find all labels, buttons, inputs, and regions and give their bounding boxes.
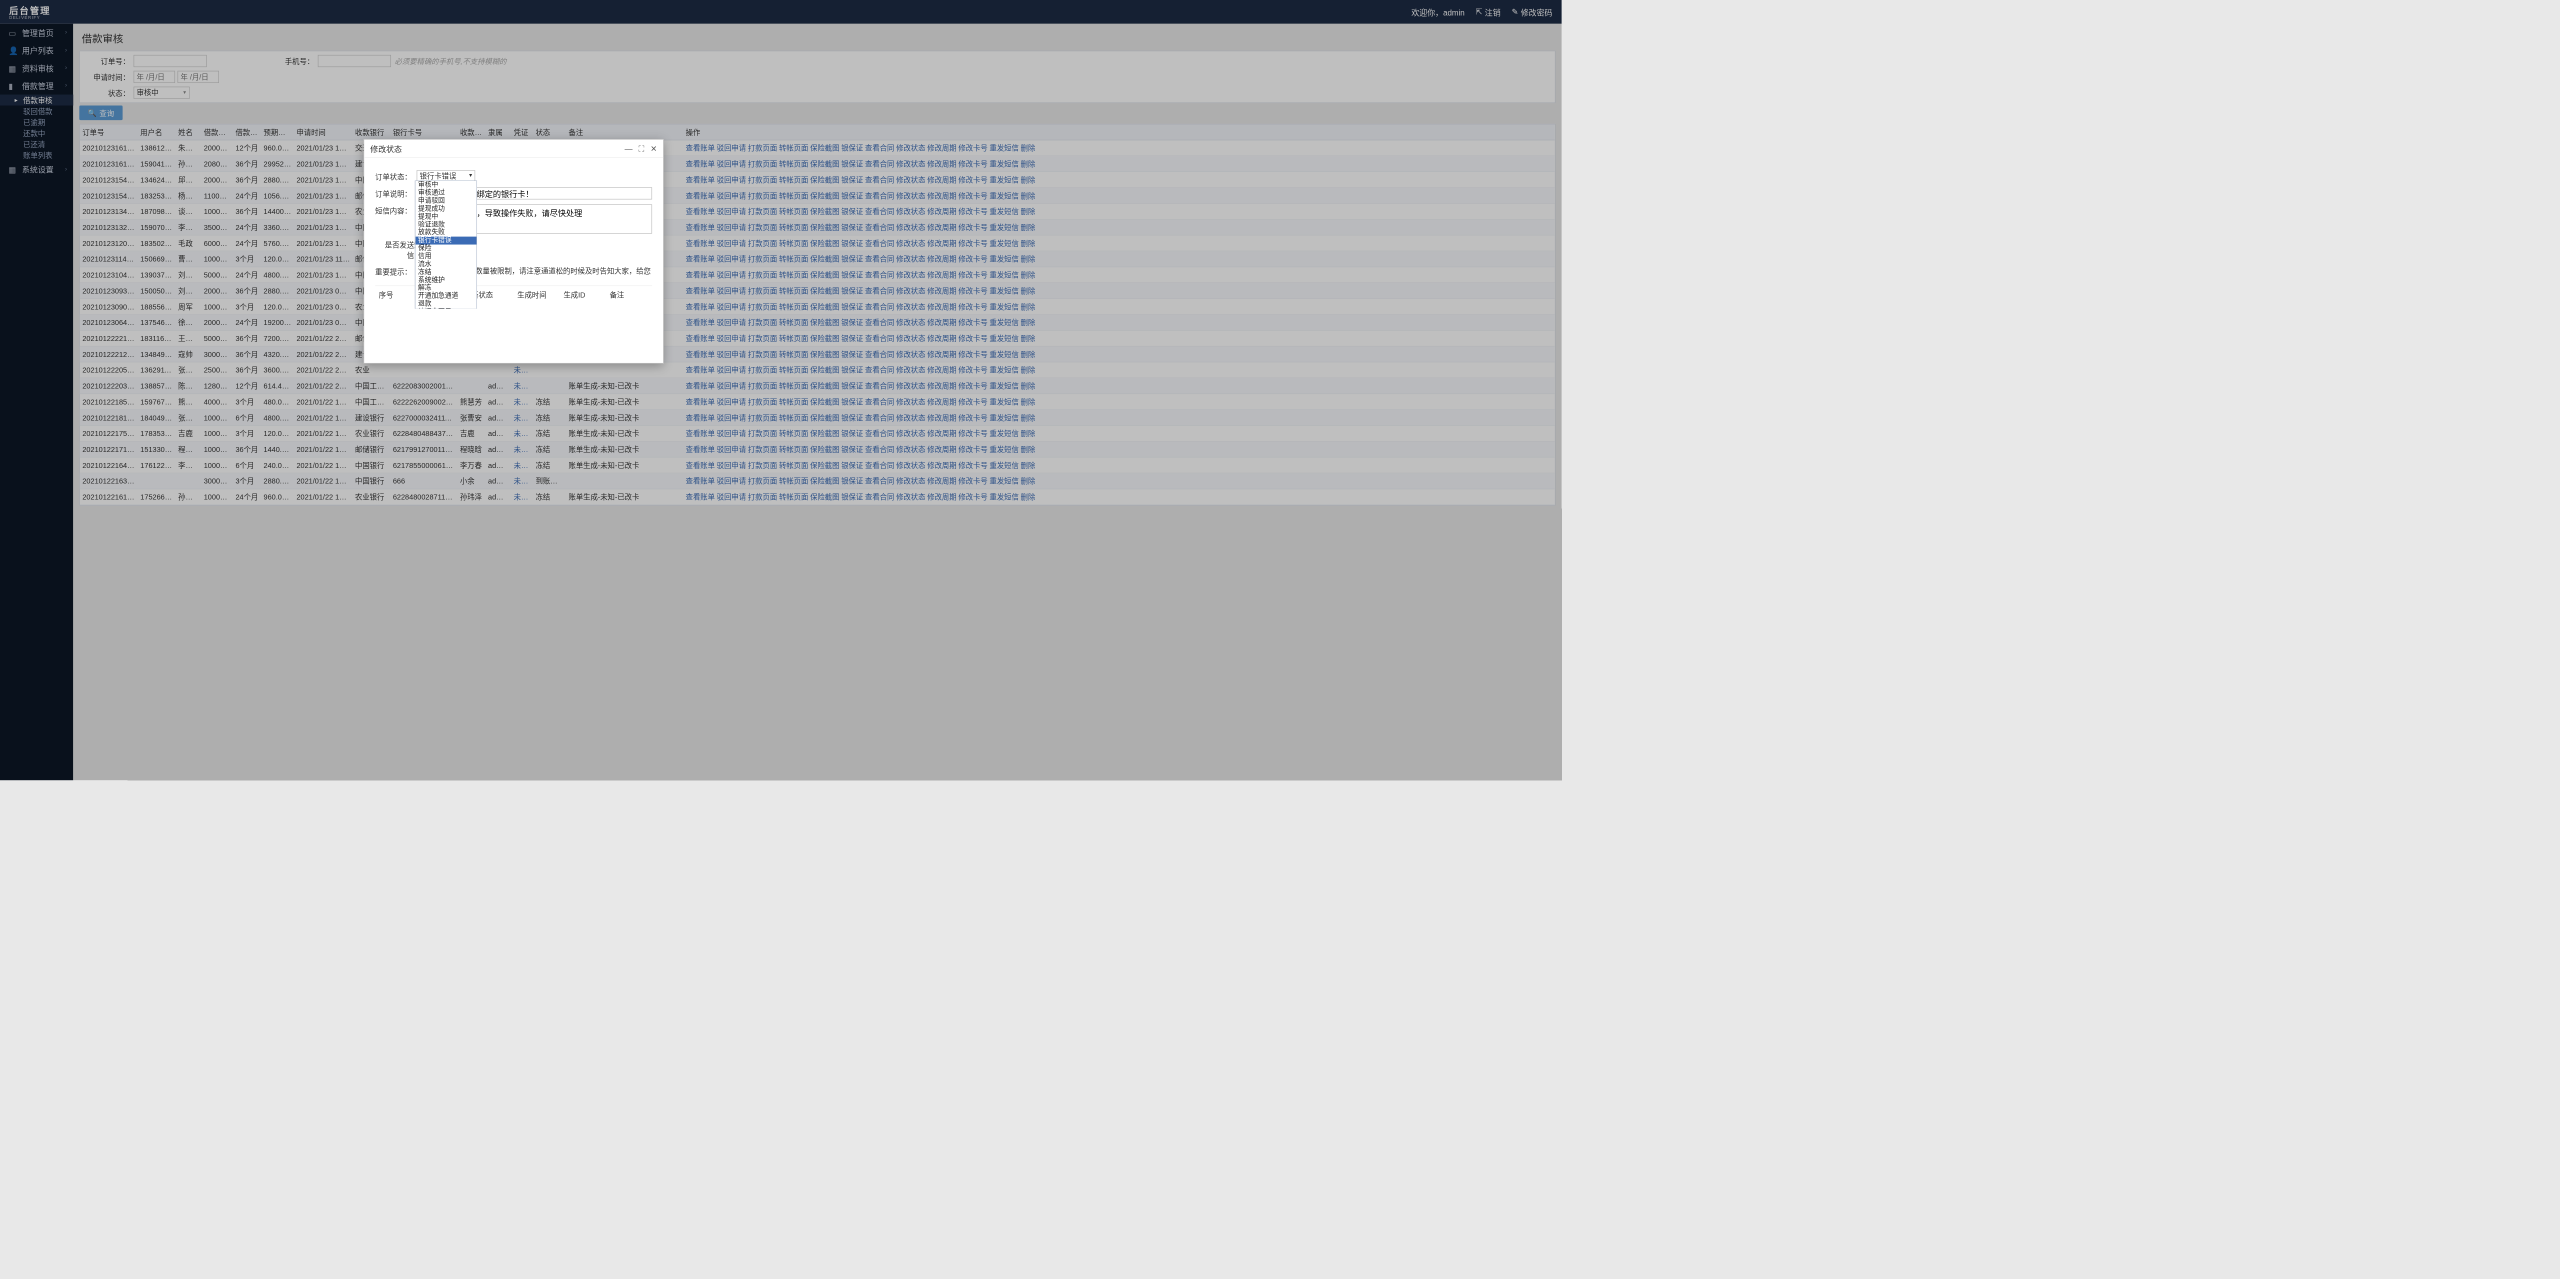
close-icon[interactable]: ✕: [650, 144, 657, 154]
maximize-icon[interactable]: ⛶: [639, 144, 645, 154]
dropdown-option[interactable]: 提现成功: [415, 205, 476, 213]
dropdown-option[interactable]: 开通加急通道: [415, 292, 476, 300]
modal-header: 修改状态 — ⛶ ✕: [364, 140, 663, 158]
dropdown-option[interactable]: 提现中: [415, 213, 476, 221]
dropdown-option[interactable]: 系统维护: [415, 276, 476, 284]
dropdown-option[interactable]: 银行卡错误: [415, 237, 476, 245]
dropdown-option[interactable]: 验证退款: [415, 221, 476, 229]
modal-overlay[interactable]: [0, 0, 1562, 780]
modal-title: 修改状态: [370, 143, 402, 155]
status-dropdown[interactable]: 审核中审核通过申请驳回提现成功提现中验证退款放款失败银行卡错误保险信用流水冻结系…: [415, 181, 477, 309]
dropdown-option[interactable]: 信用: [415, 253, 476, 261]
dropdown-option[interactable]: 冻结: [415, 268, 476, 276]
dropdown-option[interactable]: 流水: [415, 260, 476, 268]
dropdown-option[interactable]: 退款: [415, 300, 476, 308]
dropdown-option[interactable]: 保险: [415, 245, 476, 253]
dropdown-option[interactable]: 放款失败: [415, 229, 476, 237]
dropdown-option[interactable]: 申请驳回: [415, 197, 476, 205]
minimize-icon[interactable]: —: [625, 144, 633, 154]
dropdown-option[interactable]: 审核通过: [415, 189, 476, 197]
dropdown-option[interactable]: 认证金不足: [415, 308, 476, 309]
dropdown-option[interactable]: 审核中: [415, 181, 476, 189]
dropdown-option[interactable]: 解冻: [415, 284, 476, 292]
status-modal: 修改状态 — ⛶ ✕ 订单状态：银行卡错误 订单说明： 短信内容：到您的信息有误…: [364, 139, 664, 363]
